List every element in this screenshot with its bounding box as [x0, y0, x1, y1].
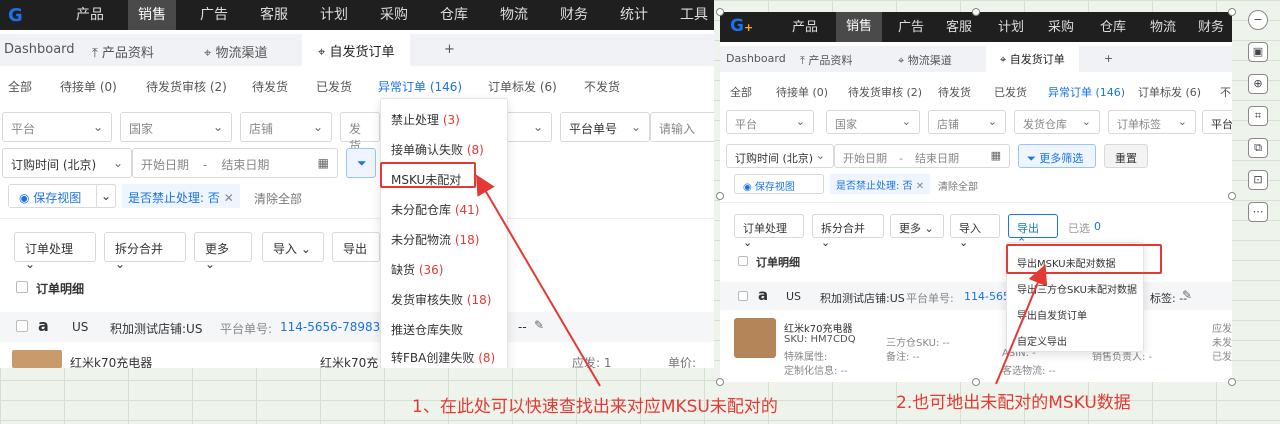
annotation-arrows	[475, 174, 1048, 387]
annotation-note-2: 2.也可地出未配对的MSKU数据	[896, 393, 1131, 413]
annotation-note-1: 1、在此处可以快速查找出来对应MKSU未配对的	[412, 397, 778, 417]
arrow-2	[995, 264, 1048, 385]
arrow-1	[475, 174, 601, 387]
